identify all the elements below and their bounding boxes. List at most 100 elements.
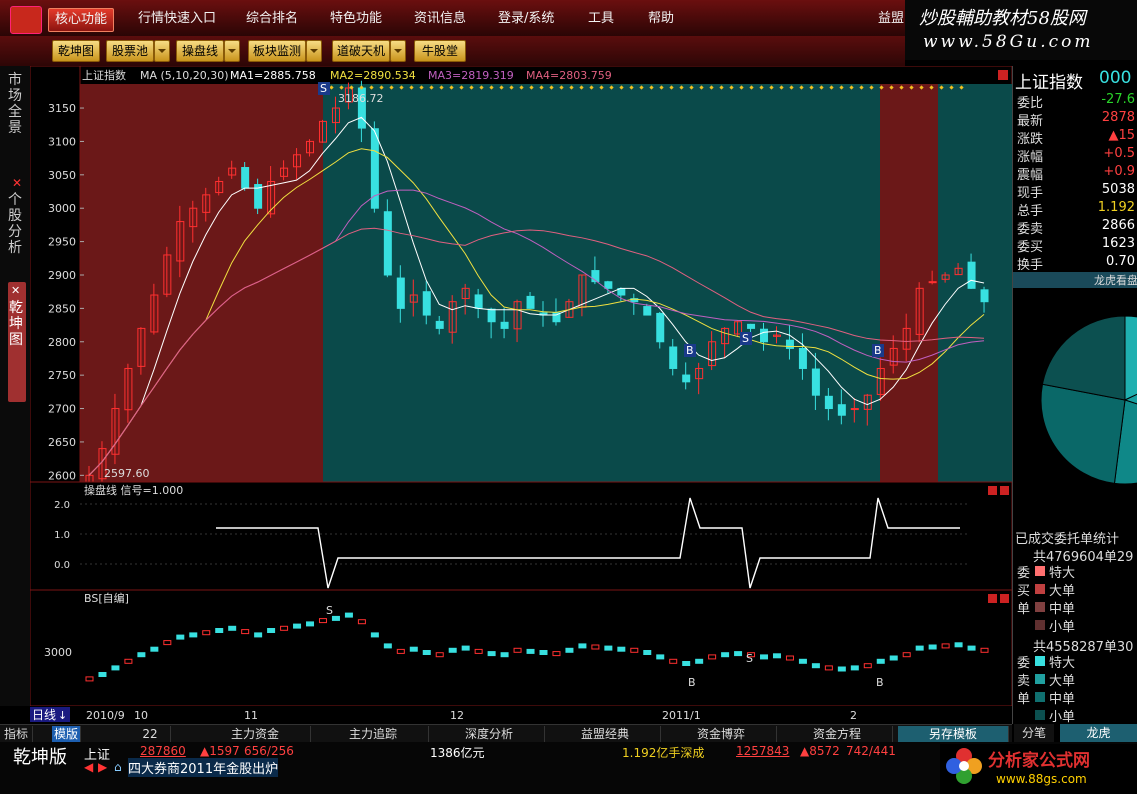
bs-candle — [721, 652, 730, 658]
market-view-tab[interactable]: 市场全景 — [8, 72, 24, 136]
tab-22[interactable]: 22 — [130, 726, 171, 742]
daopo-tianji-button[interactable]: 道破天机 — [332, 40, 390, 62]
candle-body — [435, 320, 444, 329]
quote-row-value: 0.70 — [1106, 254, 1135, 269]
quote-row-label: 涨跌 — [1017, 132, 1044, 147]
menu-ranking[interactable]: 综合排名 — [240, 8, 304, 30]
index-code: 000 — [1099, 68, 1132, 88]
x-tick-label: 10 — [134, 709, 148, 722]
bs-candle — [967, 645, 976, 651]
stock-analysis-tab[interactable]: 个股分析 — [8, 192, 24, 256]
y-tick-label: 2900 — [48, 269, 76, 282]
side-label: 委 — [1017, 566, 1031, 581]
y-tick-label: 3150 — [48, 102, 76, 115]
maximize-icon[interactable] — [988, 486, 997, 495]
tab-deep-analysis[interactable]: 深度分析 — [434, 726, 545, 742]
trading-line-title: 操盘线 信号=1.000 — [84, 483, 183, 497]
legend-swatch — [1035, 692, 1045, 702]
sector-monitor-dropdown-icon[interactable] — [306, 40, 322, 62]
quote-row: 委比 -27.6 — [1017, 92, 1135, 111]
menu-core-functions[interactable]: 核心功能 — [48, 8, 115, 32]
candle-body — [656, 312, 665, 343]
panel-controls[interactable] — [998, 70, 1008, 80]
order-size-label: 大单 — [1049, 674, 1076, 689]
menu-special[interactable]: 特色功能 — [324, 8, 388, 30]
dragon-tiger-tab[interactable]: 龙虎看盘 — [1013, 272, 1137, 288]
tab-capital-game[interactable]: 资金博弈 — [666, 726, 777, 742]
bs-candle — [189, 632, 198, 638]
stock-pool-button[interactable]: 股票池 — [106, 40, 154, 62]
close-icon[interactable] — [1000, 594, 1009, 603]
chart-area[interactable]: 3150 3100 3050 3000 2950 2900 2850 2800 2750 2700… — [30, 66, 1012, 724]
sz-index-change: ▲8572 — [800, 744, 840, 758]
tab-yimeng-classic[interactable]: 益盟经典 — [550, 726, 661, 742]
bs-candle — [500, 652, 509, 658]
legend-swatch — [1035, 656, 1045, 666]
bs-candle — [228, 625, 237, 631]
close-icon[interactable]: ✕ — [11, 284, 20, 297]
menu-quick-quotes[interactable]: 行情快速入口 — [132, 8, 222, 30]
ma2-value: MA2=2890.534 — [330, 69, 416, 82]
bs-candle — [461, 645, 470, 651]
close-icon[interactable] — [1000, 486, 1009, 495]
tab-capital-equation[interactable]: 资金方程 — [782, 726, 893, 742]
legend-swatch — [1035, 602, 1045, 612]
candle-body — [811, 368, 820, 396]
menu-help[interactable]: 帮助 — [642, 8, 680, 30]
order-size-label: 特大 — [1049, 656, 1076, 671]
tab-main-tracking[interactable]: 主力追踪 — [318, 726, 429, 742]
menu-tools[interactable]: 工具 — [582, 8, 620, 30]
sh-adv-dec: 656/256 — [244, 744, 294, 758]
qiankun-tab[interactable]: ✕ 乾坤图 — [8, 282, 26, 402]
bs-candle — [837, 666, 846, 672]
quote-row-value: -27.6 — [1101, 92, 1135, 107]
sz-index-value: 1257843 — [736, 744, 790, 758]
bs-candle — [306, 621, 315, 627]
quote-row: 涨跌 ▲15 — [1017, 128, 1135, 147]
menu-news[interactable]: 资讯信息 — [408, 8, 472, 30]
candle-body — [824, 395, 833, 410]
tab-indicator[interactable]: 指标 — [0, 726, 33, 742]
menu-login-system[interactable]: 登录/系统 — [492, 8, 560, 30]
y-tick-label: 3000 — [48, 202, 76, 215]
order-size-label: 小单 — [1049, 620, 1076, 635]
bull-stock-hall-button[interactable]: 牛股堂 — [414, 40, 466, 62]
prev-news-icon[interactable]: ◀ — [84, 760, 96, 774]
order-pie-chart — [1040, 315, 1137, 485]
quote-row: 最新 2878 — [1017, 110, 1135, 129]
trading-line-dropdown-icon[interactable] — [224, 40, 240, 62]
daopo-dropdown-icon[interactable] — [390, 40, 406, 62]
bs-candle — [539, 650, 548, 655]
tab-template[interactable]: 模版 — [52, 726, 81, 742]
order-size-label: 中单 — [1049, 692, 1076, 707]
quote-row-value: 1.192 — [1097, 200, 1135, 215]
period-label[interactable]: 日线 — [32, 708, 56, 722]
bs-candle — [487, 651, 496, 657]
tab-main-capital[interactable]: 主力资金 — [200, 726, 311, 742]
close-icon[interactable]: ✕ — [12, 176, 22, 190]
bs-candle — [370, 632, 379, 638]
watermark-url: www.58Gu.com — [923, 32, 1094, 52]
stock-pool-dropdown-icon[interactable] — [154, 40, 170, 62]
sector-monitor-button[interactable]: 板块监测 — [248, 40, 306, 62]
quote-row-label: 总手 — [1017, 204, 1044, 219]
close-icon[interactable] — [998, 70, 1008, 80]
trading-line-button[interactable]: 操盘线 — [176, 40, 224, 62]
next-news-icon[interactable]: ▶ — [98, 760, 110, 774]
save-template-button[interactable]: 另存模板 — [898, 726, 1009, 742]
bear-zone — [323, 84, 880, 482]
news-ticker[interactable]: 四大券商2011年金股出炉 — [128, 758, 279, 777]
home-icon[interactable]: ⌂ — [114, 760, 126, 774]
maximize-icon[interactable] — [988, 594, 997, 603]
candle-body — [383, 211, 392, 276]
quote-row-label: 震幅 — [1017, 168, 1044, 183]
y-tick-label: 2850 — [48, 302, 76, 315]
tab-tick-detail[interactable]: 分笔 — [1014, 724, 1054, 742]
signal-marker: S — [742, 332, 749, 345]
bs-candle — [954, 642, 963, 648]
bs-candle — [760, 654, 769, 660]
tab-dragon-tiger[interactable]: 龙虎 — [1060, 724, 1137, 742]
qiankun-button[interactable]: 乾坤图 — [52, 40, 100, 62]
chevron-down-icon[interactable]: ↓ — [58, 709, 67, 722]
candle-body — [747, 323, 756, 329]
